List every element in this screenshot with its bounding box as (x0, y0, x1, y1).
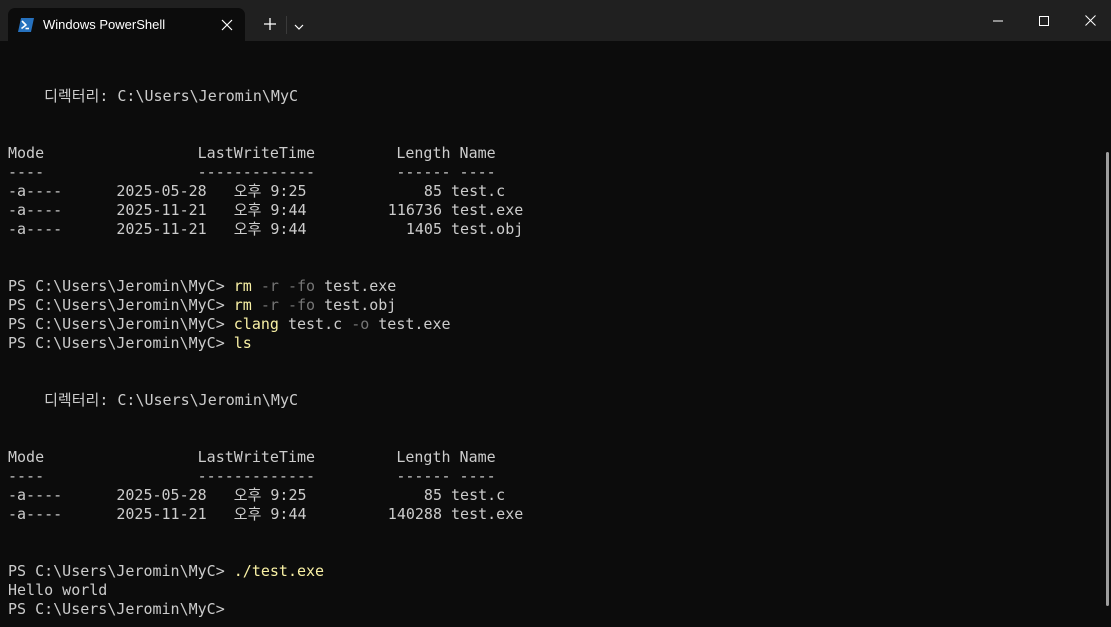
command-param: -r (260, 296, 279, 314)
command-param: -fo (287, 277, 316, 295)
tab-divider (286, 16, 287, 34)
prompt: PS C:\Users\Jeromin\MyC> (8, 315, 234, 333)
chevron-down-icon (294, 15, 304, 34)
maximize-icon (1039, 11, 1049, 30)
command-line: PS C:\Users\Jeromin\MyC> clang test.c -o… (8, 315, 451, 334)
minimize-icon (993, 11, 1003, 30)
command-name: rm (233, 296, 252, 314)
file-row: -a---- 2025-05-28 오후 9:25 85 test.c (8, 182, 506, 200)
directory-header: 디렉터리: C:\Users\Jeromin\MyC (8, 87, 299, 105)
command-name: ./test.exe (233, 562, 325, 580)
file-row: -a---- 2025-11-21 오후 9:44 116736 test.ex… (8, 201, 524, 219)
file-row: -a---- 2025-05-28 오후 9:25 85 test.c (8, 486, 506, 504)
command-param: -fo (287, 296, 316, 314)
command-args: test.exe (369, 315, 451, 333)
column-headers: Mode LastWriteTime Length Name (8, 448, 496, 466)
prompt: PS C:\Users\Jeromin\MyC> (8, 562, 234, 580)
command-param: -o (351, 315, 370, 333)
column-separator: ---- ------------- ------ ---- (8, 467, 496, 485)
file-row: -a---- 2025-11-21 오후 9:44 1405 test.obj (8, 220, 524, 238)
command-param: -r (260, 277, 279, 295)
directory-header: 디렉터리: C:\Users\Jeromin\MyC (8, 391, 299, 409)
title-bar: Windows PowerShell (0, 0, 1111, 41)
command-name: clang (233, 315, 279, 333)
tab-title: Windows PowerShell (43, 17, 166, 32)
new-tab-button[interactable] (258, 13, 282, 37)
column-headers: Mode LastWriteTime Length Name (8, 144, 496, 162)
command-line: PS C:\Users\Jeromin\MyC> ./test.exe (8, 562, 324, 581)
tab-powershell[interactable]: Windows PowerShell (8, 8, 245, 41)
minimize-button[interactable] (975, 0, 1021, 41)
prompt: PS C:\Users\Jeromin\MyC> (8, 334, 234, 352)
command-args: test.obj (315, 296, 397, 314)
command-line: PS C:\Users\Jeromin\MyC> rm -r -fo test.… (8, 277, 396, 296)
terminal-output[interactable]: 디렉터리: C:\Users\Jeromin\MyC Mode LastWrit… (8, 41, 1098, 627)
command-name: rm (233, 277, 252, 295)
prompt: PS C:\Users\Jeromin\MyC> (8, 296, 234, 314)
maximize-button[interactable] (1021, 0, 1067, 41)
command-line: PS C:\Users\Jeromin\MyC> ls (8, 334, 252, 353)
plus-icon (263, 16, 277, 35)
powershell-icon (18, 17, 34, 32)
command-name: ls (233, 334, 252, 352)
file-row: -a---- 2025-11-21 오후 9:44 140288 test.ex… (8, 505, 524, 523)
window-close-button[interactable] (1067, 0, 1111, 41)
close-icon[interactable] (219, 17, 235, 33)
close-icon (1084, 11, 1096, 30)
command-args: test.exe (315, 277, 397, 295)
scrollbar[interactable] (1106, 152, 1109, 606)
prompt: PS C:\Users\Jeromin\MyC> (8, 277, 234, 295)
final-prompt[interactable]: PS C:\Users\Jeromin\MyC> (8, 600, 234, 619)
command-line: PS C:\Users\Jeromin\MyC> rm -r -fo test.… (8, 296, 396, 315)
program-output: Hello world (8, 581, 108, 599)
tab-dropdown-button[interactable] (290, 15, 308, 33)
column-separator: ---- ------------- ------ ---- (8, 163, 496, 181)
command-args: test.c (278, 315, 352, 333)
